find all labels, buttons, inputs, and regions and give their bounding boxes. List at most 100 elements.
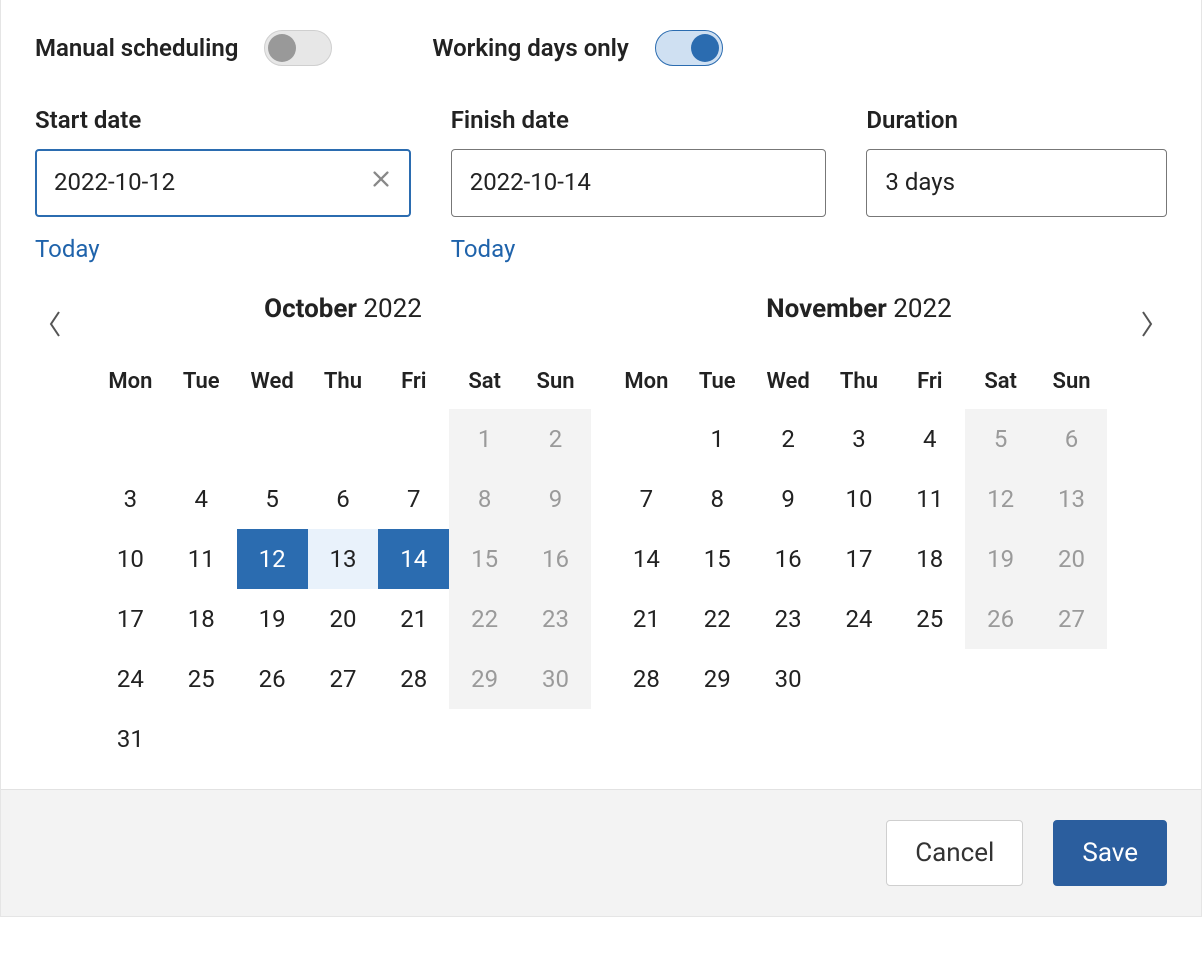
calendar-day[interactable]: 29 [682,649,753,709]
weekday-header: Thu [308,355,379,409]
calendar-day[interactable]: 24 [824,589,895,649]
calendar-day[interactable]: 20 [308,589,379,649]
calendar-day[interactable]: 26 [965,589,1036,649]
calendar-day[interactable]: 21 [378,589,449,649]
calendar-day[interactable]: 18 [166,589,237,649]
calendar-day[interactable]: 7 [378,469,449,529]
calendar-day[interactable]: 19 [237,589,308,649]
calendar-day[interactable]: 14 [611,529,682,589]
calendar-day[interactable]: 23 [753,589,824,649]
weekday-header: Tue [166,355,237,409]
calendar-day[interactable]: 14 [378,529,449,589]
next-month-button[interactable] [1127,294,1167,354]
calendar-day[interactable]: 9 [520,469,591,529]
calendar-day[interactable]: 4 [894,409,965,469]
save-button[interactable]: Save [1053,820,1167,886]
working-days-toggle[interactable] [655,30,723,66]
calendar-area: October 2022 MonTueWedThuFriSatSun123456… [35,294,1167,770]
calendar-month-left: October 2022 MonTueWedThuFriSatSun123456… [95,294,591,770]
calendar-day[interactable]: 25 [166,649,237,709]
calendar-day[interactable]: 2 [753,409,824,469]
month-name: November [766,294,887,324]
fields-row: Start date 2022-10-12 Today Finish date … [35,106,1167,264]
calendar-day[interactable]: 13 [1036,469,1107,529]
start-date-input[interactable]: 2022-10-12 [35,149,411,217]
cancel-button[interactable]: Cancel [886,820,1023,886]
calendar-day[interactable]: 15 [682,529,753,589]
calendar-day[interactable]: 7 [611,469,682,529]
calendar-day[interactable]: 12 [965,469,1036,529]
calendar-day[interactable]: 1 [449,409,520,469]
calendar-day[interactable]: 30 [520,649,591,709]
calendar-day[interactable]: 27 [308,649,379,709]
weekday-header: Sat [449,355,520,409]
calendar-day[interactable]: 4 [166,469,237,529]
prev-month-button[interactable] [35,294,75,354]
clear-icon[interactable] [370,168,392,197]
calendar-day[interactable]: 19 [965,529,1036,589]
month-year: 2022 [363,294,421,324]
calendar-day[interactable]: 3 [95,469,166,529]
duration-input[interactable]: 3 days [866,149,1167,217]
start-date-field: Start date 2022-10-12 Today [35,106,411,264]
calendar-day[interactable]: 5 [237,469,308,529]
calendar-day[interactable]: 17 [824,529,895,589]
calendar-day[interactable]: 24 [95,649,166,709]
calendar-day[interactable]: 15 [449,529,520,589]
calendar-day[interactable]: 3 [824,409,895,469]
calendar-day[interactable]: 22 [682,589,753,649]
calendar-day[interactable]: 10 [95,529,166,589]
calendar-day[interactable]: 2 [520,409,591,469]
calendar-day[interactable]: 27 [1036,589,1107,649]
calendar-day[interactable]: 23 [520,589,591,649]
calendar-day[interactable]: 20 [1036,529,1107,589]
calendar-day[interactable]: 16 [753,529,824,589]
manual-scheduling-toggle[interactable] [264,30,332,66]
calendar-day[interactable]: 6 [1036,409,1107,469]
scheduling-dialog: Manual scheduling Working days only Star… [0,0,1202,917]
finish-date-input[interactable]: 2022-10-14 [451,149,827,217]
weekday-header: Tue [682,355,753,409]
manual-scheduling-label: Manual scheduling [35,34,238,63]
calendar-day[interactable]: 5 [965,409,1036,469]
calendar-day[interactable]: 31 [95,709,166,769]
calendar-day[interactable]: 18 [894,529,965,589]
calendar-day[interactable]: 8 [449,469,520,529]
month-name: October [264,294,357,324]
finish-today-link[interactable]: Today [451,235,827,264]
duration-value: 3 days [885,168,955,197]
finish-date-label: Finish date [451,106,827,135]
calendar-day[interactable]: 11 [166,529,237,589]
calendar-day[interactable]: 30 [753,649,824,709]
calendar-day[interactable]: 1 [682,409,753,469]
calendar-day[interactable]: 17 [95,589,166,649]
weekday-header: Fri [378,355,449,409]
calendar-day[interactable]: 16 [520,529,591,589]
weekday-header: Wed [237,355,308,409]
start-date-label: Start date [35,106,411,135]
calendar-day[interactable]: 10 [824,469,895,529]
toggle-row: Manual scheduling Working days only [35,30,1167,66]
calendar-day[interactable]: 12 [237,529,308,589]
calendar-day[interactable]: 22 [449,589,520,649]
calendar-day[interactable]: 8 [682,469,753,529]
calendar-day[interactable]: 11 [894,469,965,529]
month-year: 2022 [893,294,951,324]
calendar-day[interactable]: 25 [894,589,965,649]
calendar-day[interactable]: 13 [308,529,379,589]
finish-date-value: 2022-10-14 [470,168,591,197]
start-today-link[interactable]: Today [35,235,411,264]
calendar-day[interactable]: 6 [308,469,379,529]
calendar-day[interactable]: 26 [237,649,308,709]
calendar-day[interactable]: 9 [753,469,824,529]
start-date-value: 2022-10-12 [54,168,175,197]
calendar-day[interactable]: 28 [378,649,449,709]
weekday-header: Thu [824,355,895,409]
weekday-header: Sun [1036,355,1107,409]
calendar-day[interactable]: 29 [449,649,520,709]
calendar-day[interactable]: 21 [611,589,682,649]
weekday-header: Sun [520,355,591,409]
weekday-header: Fri [894,355,965,409]
calendar-day[interactable]: 28 [611,649,682,709]
dialog-footer: Cancel Save [1,789,1201,916]
